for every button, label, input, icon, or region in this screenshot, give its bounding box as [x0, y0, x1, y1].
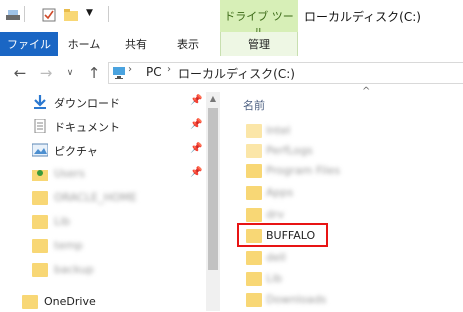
folder-icon — [32, 215, 48, 229]
item-name: drv — [266, 208, 285, 221]
item-name: Apps — [266, 186, 294, 199]
pc-icon — [112, 66, 126, 83]
nav-item-label: ピクチャ — [54, 145, 98, 158]
tab-home[interactable]: ホーム — [64, 32, 104, 56]
item-name: PerfLogs — [266, 144, 313, 157]
folder-icon — [246, 124, 262, 138]
pictures-icon — [31, 143, 49, 157]
folder-icon — [22, 295, 38, 309]
item-name: Intel — [266, 124, 291, 137]
nav-item-label: temp — [54, 239, 83, 252]
sort-ascending-icon[interactable]: ^ — [362, 86, 370, 97]
folder-icon — [246, 144, 262, 158]
pin-icon[interactable]: 📌 — [190, 143, 202, 154]
nav-item-onedrive[interactable]: OneDrive — [0, 292, 206, 312]
tab-file[interactable]: ファイル — [0, 32, 58, 56]
scrollbar-thumb[interactable] — [208, 108, 218, 270]
nav-item-label: ドキュメント — [54, 121, 120, 134]
breadcrumb-chevron-icon[interactable]: › — [167, 64, 171, 75]
pin-icon[interactable]: 📌 — [190, 95, 202, 106]
scroll-up-icon[interactable]: ▲ — [206, 92, 220, 106]
nav-item-folder[interactable]: Lib — [0, 212, 206, 232]
quick-access-dropdown-icon[interactable]: ▼ — [86, 8, 93, 18]
quick-access-divider — [24, 6, 25, 22]
breadcrumb-pc[interactable]: PC — [146, 65, 162, 79]
folder-icon — [246, 164, 262, 178]
nav-item-pictures[interactable]: ピクチャ 📌 — [0, 140, 206, 160]
folder-icon — [246, 208, 262, 222]
list-item[interactable]: Apps — [240, 182, 460, 204]
breadcrumb-drive[interactable]: ローカルディスク(C:) — [178, 65, 295, 82]
properties-icon[interactable] — [42, 8, 56, 22]
nav-item-label: OneDrive — [44, 295, 96, 308]
recent-locations-icon[interactable]: ∨ — [60, 62, 80, 84]
pin-icon[interactable]: 📌 — [190, 167, 202, 178]
tab-share[interactable]: 共有 — [118, 32, 154, 56]
tab-manage[interactable]: 管理 — [220, 32, 298, 56]
title-divider — [108, 6, 109, 22]
folder-icon — [32, 239, 48, 253]
nav-item-label: Users — [54, 167, 85, 180]
nav-item-folder[interactable]: ORACLE_HOME — [0, 188, 206, 208]
folder-icon — [246, 293, 262, 307]
tab-view[interactable]: 表示 — [170, 32, 206, 56]
highlight-box — [237, 223, 328, 247]
back-arrow-icon[interactable]: ← — [10, 62, 30, 84]
nav-item-folder[interactable]: backup — [0, 260, 206, 280]
item-name: Lib — [266, 272, 283, 285]
document-icon — [32, 118, 48, 134]
list-item[interactable]: Downloads — [240, 289, 460, 311]
item-name: Downloads — [266, 293, 327, 306]
list-item[interactable]: PerfLogs — [240, 140, 460, 162]
forward-arrow-icon[interactable]: → — [36, 62, 56, 84]
item-name: dell — [266, 251, 286, 264]
folder-icon — [32, 263, 48, 277]
window-title: ローカルディスク(C:) — [304, 10, 421, 24]
user-folder-icon — [32, 167, 48, 181]
drive-icon — [6, 8, 20, 22]
nav-item-downloads[interactable]: ダウンロード 📌 — [0, 92, 206, 112]
list-item[interactable]: dell — [240, 247, 460, 269]
nav-item-label: backup — [54, 263, 94, 276]
folder-icon — [246, 251, 262, 265]
nav-item-users[interactable]: Users 📌 — [0, 164, 206, 184]
download-arrow-icon — [32, 95, 48, 109]
nav-item-label: ORACLE_HOME — [54, 191, 137, 204]
nav-item-documents[interactable]: ドキュメント 📌 — [0, 116, 206, 136]
nav-item-label: ダウンロード — [54, 97, 120, 110]
list-item[interactable]: Lib — [240, 268, 460, 290]
new-folder-icon[interactable] — [64, 8, 78, 22]
folder-icon — [246, 186, 262, 200]
folder-icon — [246, 272, 262, 286]
item-name: Program Files — [266, 164, 341, 177]
column-header-name[interactable]: 名前 — [243, 97, 265, 113]
nav-item-label: Lib — [54, 215, 71, 228]
up-arrow-icon[interactable]: ↑ — [84, 62, 104, 84]
list-item[interactable]: Program Files — [240, 160, 460, 182]
nav-item-folder[interactable]: temp — [0, 236, 206, 256]
list-item[interactable]: Intel — [240, 120, 460, 142]
breadcrumb-chevron-icon[interactable]: › — [128, 64, 132, 75]
folder-icon — [32, 191, 48, 205]
pin-icon[interactable]: 📌 — [190, 119, 202, 130]
